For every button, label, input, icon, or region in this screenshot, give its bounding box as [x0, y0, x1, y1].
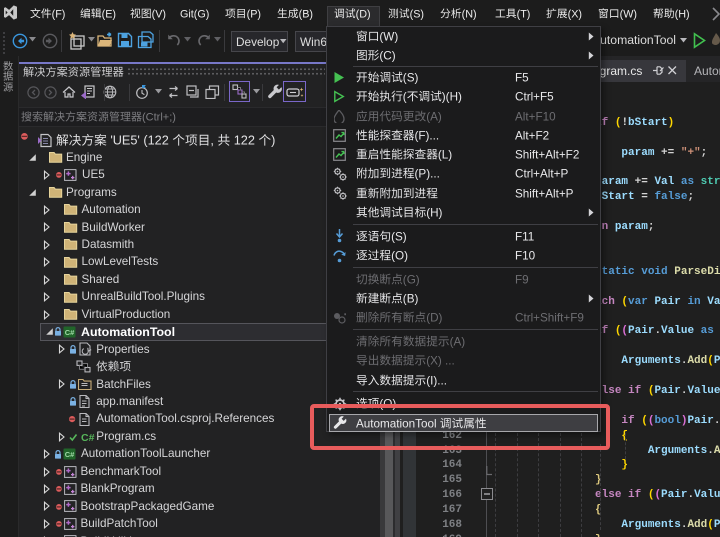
svg-text:(F): (F): [52, 8, 66, 20]
svg-text:(Ctrl+;): (Ctrl+;): [142, 112, 176, 124]
svg-text:(P): (P): [247, 8, 261, 20]
svg-text:F5: F5: [515, 71, 529, 84]
svg-text:(L): (L): [438, 149, 452, 162]
svg-text:F11: F11: [515, 230, 534, 243]
svg-text:(I)...: (I)...: [426, 374, 447, 387]
svg-text:Alt+F2: Alt+F2: [515, 129, 549, 142]
svg-text:(B): (B): [403, 292, 419, 305]
svg-text:Ctrl+Alt+P: Ctrl+Alt+P: [515, 168, 568, 181]
svg-text:Ctrl+Shift+F9: Ctrl+Shift+F9: [515, 312, 584, 325]
svg-text:(S): (S): [403, 71, 419, 84]
svg-text:(N): (N): [462, 8, 477, 20]
svg-text:(S): (S): [391, 230, 407, 243]
svg-text:Shift+Alt+P: Shift+Alt+P: [515, 187, 574, 200]
svg-text:Alt+F10: Alt+F10: [515, 110, 556, 123]
svg-text:122: 122: [230, 133, 258, 147]
svg-text:(B): (B): [299, 8, 313, 20]
svg-text:(V): (V): [152, 8, 166, 20]
svg-text:(F)...: (F)...: [415, 129, 440, 142]
svg-text:(A): (A): [450, 335, 466, 348]
svg-text:): ): [271, 133, 275, 147]
svg-text:C#: C#: [64, 450, 74, 459]
svg-text:(X) ...: (X) ...: [426, 355, 455, 368]
svg-text:(W): (W): [379, 31, 398, 44]
svg-text:(D): (D): [356, 8, 371, 20]
svg-text:(X): (X): [568, 8, 582, 20]
svg-text:(H): (H): [675, 8, 690, 20]
svg-text:Git(G): Git(G): [180, 8, 209, 20]
svg-text:C#: C#: [81, 432, 95, 443]
svg-text:(O): (O): [391, 250, 408, 263]
svg-text:)(H): )(H): [442, 91, 462, 104]
svg-text:C#: C#: [64, 328, 74, 337]
svg-text:(C): (C): [379, 50, 395, 63]
svg-text:(D): (D): [426, 312, 442, 325]
svg-text:'UE5' (122: 'UE5' (122: [107, 133, 173, 147]
svg-text:,: ,: [210, 133, 217, 147]
svg-text:Shift+Alt+F2: Shift+Alt+F2: [515, 149, 579, 162]
svg-text:(P)...: (P)...: [415, 168, 440, 181]
svg-text:(E): (E): [102, 8, 116, 20]
svg-text:(W): (W): [620, 8, 637, 20]
svg-text:(T): (T): [517, 8, 531, 20]
svg-text:F10: F10: [515, 250, 536, 263]
svg-text:(S): (S): [410, 8, 424, 20]
svg-text:(G): (G): [403, 273, 420, 286]
svg-text:(H): (H): [426, 206, 442, 219]
svg-text:(: (: [403, 91, 407, 104]
svg-text:F9: F9: [515, 273, 529, 286]
svg-text:(A): (A): [426, 110, 442, 123]
svg-text:Ctrl+F5: Ctrl+F5: [515, 91, 554, 104]
